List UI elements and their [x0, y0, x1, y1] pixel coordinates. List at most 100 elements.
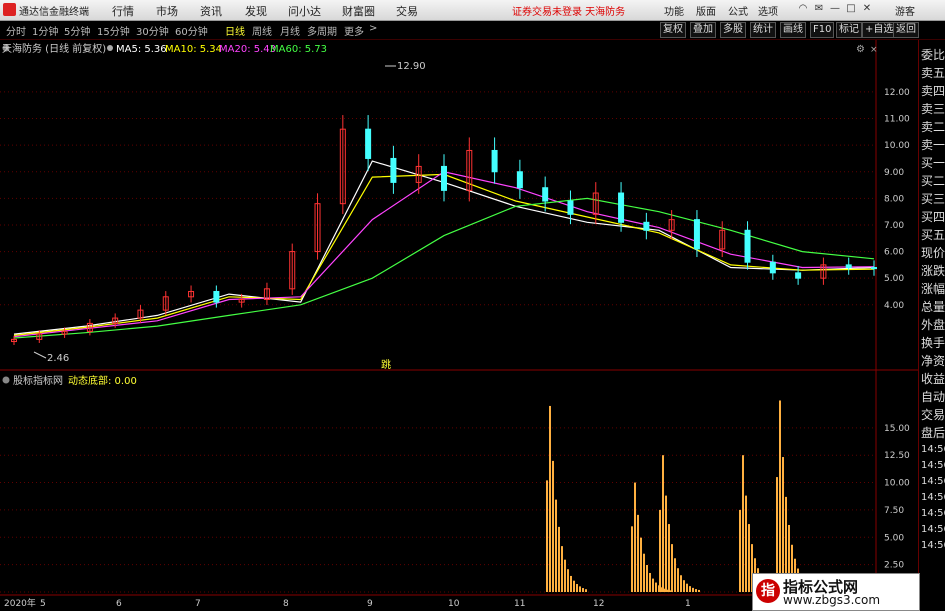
- quote-label[interactable]: 净资: [921, 352, 945, 369]
- month-label: 5: [40, 599, 46, 609]
- watermark: 指 指标公式网 www.zbgs3.com: [752, 573, 920, 611]
- indicator-bar: [643, 553, 645, 592]
- maximize-icon[interactable]: □: [845, 3, 857, 15]
- chart-settings-icon[interactable]: ⚙: [856, 44, 865, 55]
- menu-market[interactable]: 市场: [156, 3, 178, 19]
- lower-label[interactable]: 自动: [921, 388, 945, 405]
- sub-collapse-icon[interactable]: [2, 376, 10, 384]
- stock-title: 天海防务 (日线 前复权): [2, 42, 106, 55]
- draw-line-button[interactable]: 画线: [780, 22, 806, 38]
- indicator-bar: [652, 578, 654, 592]
- candle-body: [390, 157, 397, 183]
- y-axis-main: 4.00 5.00 6.00 7.00 8.00 9.00 10.00 11.00 12.00: [884, 88, 910, 311]
- settings-icon[interactable]: ✉: [813, 3, 825, 15]
- menu-trade[interactable]: 交易: [396, 3, 418, 19]
- menu-news[interactable]: 资讯: [200, 3, 222, 19]
- tab-more[interactable]: 更多: [344, 23, 364, 38]
- tab-1min[interactable]: 1分钟: [32, 23, 58, 38]
- month-label: 12: [593, 599, 604, 609]
- sub-y-tick-label: 12.50: [884, 451, 910, 461]
- wifi-icon[interactable]: ◠: [797, 3, 809, 15]
- close-icon[interactable]: ✕: [861, 3, 873, 15]
- quote-label[interactable]: 涨跌: [921, 262, 945, 279]
- quote-label[interactable]: 外盘: [921, 316, 945, 333]
- lower-label[interactable]: 盘后: [921, 424, 945, 441]
- mark-button[interactable]: 标记: [836, 22, 862, 38]
- quote-label[interactable]: 卖五: [921, 64, 945, 81]
- indicator-bar: [674, 558, 676, 592]
- month-label: 8: [283, 599, 289, 609]
- minimize-icon[interactable]: —: [829, 3, 841, 15]
- layout-button[interactable]: 版面: [696, 3, 716, 18]
- app-logo-icon: [3, 3, 16, 16]
- tab-5min[interactable]: 5分钟: [64, 23, 90, 38]
- indicator-bar: [692, 587, 694, 592]
- kline-chart[interactable]: 4.005.006.007.008.009.0010.0011.0012.00 …: [0, 40, 918, 609]
- indicator-bar: [655, 582, 657, 592]
- restore-rights-button[interactable]: 复权: [660, 22, 686, 38]
- multi-stock-button[interactable]: 多股: [720, 22, 746, 38]
- indicator-bar: [567, 569, 569, 592]
- quote-label[interactable]: 买二: [921, 172, 945, 189]
- f10-button[interactable]: F10: [810, 22, 835, 38]
- indicator-bar: [689, 586, 691, 592]
- menu-quotes[interactable]: 行情: [112, 3, 134, 19]
- ma-toggle-icon[interactable]: [107, 45, 113, 51]
- indicator-bar: [779, 400, 781, 592]
- quote-label[interactable]: 买五: [921, 226, 945, 243]
- tab-daily[interactable]: 日线: [225, 23, 245, 38]
- tab-weekly[interactable]: 周线: [252, 23, 272, 38]
- quote-label[interactable]: 买四: [921, 208, 945, 225]
- indicator-bar: [677, 568, 679, 592]
- month-label: 9: [367, 599, 373, 609]
- tab-15min[interactable]: 15分钟: [97, 23, 130, 38]
- options-button[interactable]: 选项: [758, 3, 778, 18]
- month-label: 6: [116, 599, 122, 609]
- chart-close-icon[interactable]: ×: [870, 45, 878, 55]
- y-tick-label: 7.00: [884, 221, 904, 231]
- statistics-button[interactable]: 统计: [750, 22, 776, 38]
- candle-body: [845, 264, 852, 269]
- overlay-button[interactable]: 叠加: [690, 22, 716, 38]
- tab-intraday[interactable]: 分时: [6, 23, 26, 38]
- indicator-bar: [640, 537, 642, 592]
- tab-30min[interactable]: 30分钟: [136, 23, 169, 38]
- indicator-bar: [582, 588, 584, 592]
- quote-label[interactable]: 卖三: [921, 100, 945, 117]
- tab-monthly[interactable]: 月线: [280, 23, 300, 38]
- watermark-url: www.zbgs3.com: [783, 593, 881, 607]
- time-label: 14:56: [921, 444, 945, 455]
- quote-label[interactable]: 卖二: [921, 118, 945, 135]
- quote-label[interactable]: 买一: [921, 154, 945, 171]
- tab-60min[interactable]: 60分钟: [175, 23, 208, 38]
- month-label: 1: [685, 599, 691, 609]
- menu-wealth-circle[interactable]: 财富圈: [342, 3, 375, 19]
- quote-label[interactable]: 卖一: [921, 136, 945, 153]
- chevron-right-icon[interactable]: >: [369, 23, 377, 34]
- login-notice[interactable]: 证券交易未登录 天海防务: [512, 3, 625, 18]
- quote-label[interactable]: 总量: [921, 298, 945, 315]
- quote-label[interactable]: 收益: [921, 370, 945, 387]
- quote-label[interactable]: 现价: [921, 244, 945, 261]
- quote-label[interactable]: 委比: [921, 46, 945, 63]
- back-button[interactable]: 返回: [893, 22, 919, 38]
- indicator-bar: [634, 482, 636, 592]
- candle-body: [567, 200, 574, 215]
- tab-multi-period[interactable]: 多周期: [307, 23, 337, 38]
- quote-label[interactable]: 涨幅: [921, 280, 945, 297]
- quote-label[interactable]: 卖四: [921, 82, 945, 99]
- quote-label[interactable]: 换手: [921, 334, 945, 351]
- quote-label[interactable]: 买三: [921, 190, 945, 207]
- function-button[interactable]: 功能: [664, 3, 684, 18]
- lower-label[interactable]: 交易: [921, 406, 945, 423]
- time-label: 14:56: [921, 460, 945, 471]
- indicator-bar: [748, 524, 750, 592]
- menu-wenxiaoda[interactable]: 问小达: [288, 3, 321, 19]
- candle-body: [795, 272, 802, 279]
- formula-button[interactable]: 公式: [728, 3, 748, 18]
- indicator-bar: [579, 586, 581, 592]
- add-watchlist-button[interactable]: +自选: [862, 22, 897, 38]
- guest-label[interactable]: 游客: [895, 3, 915, 18]
- ma20-legend: MA20: 5.43: [219, 44, 276, 55]
- menu-discover[interactable]: 发现: [245, 3, 267, 19]
